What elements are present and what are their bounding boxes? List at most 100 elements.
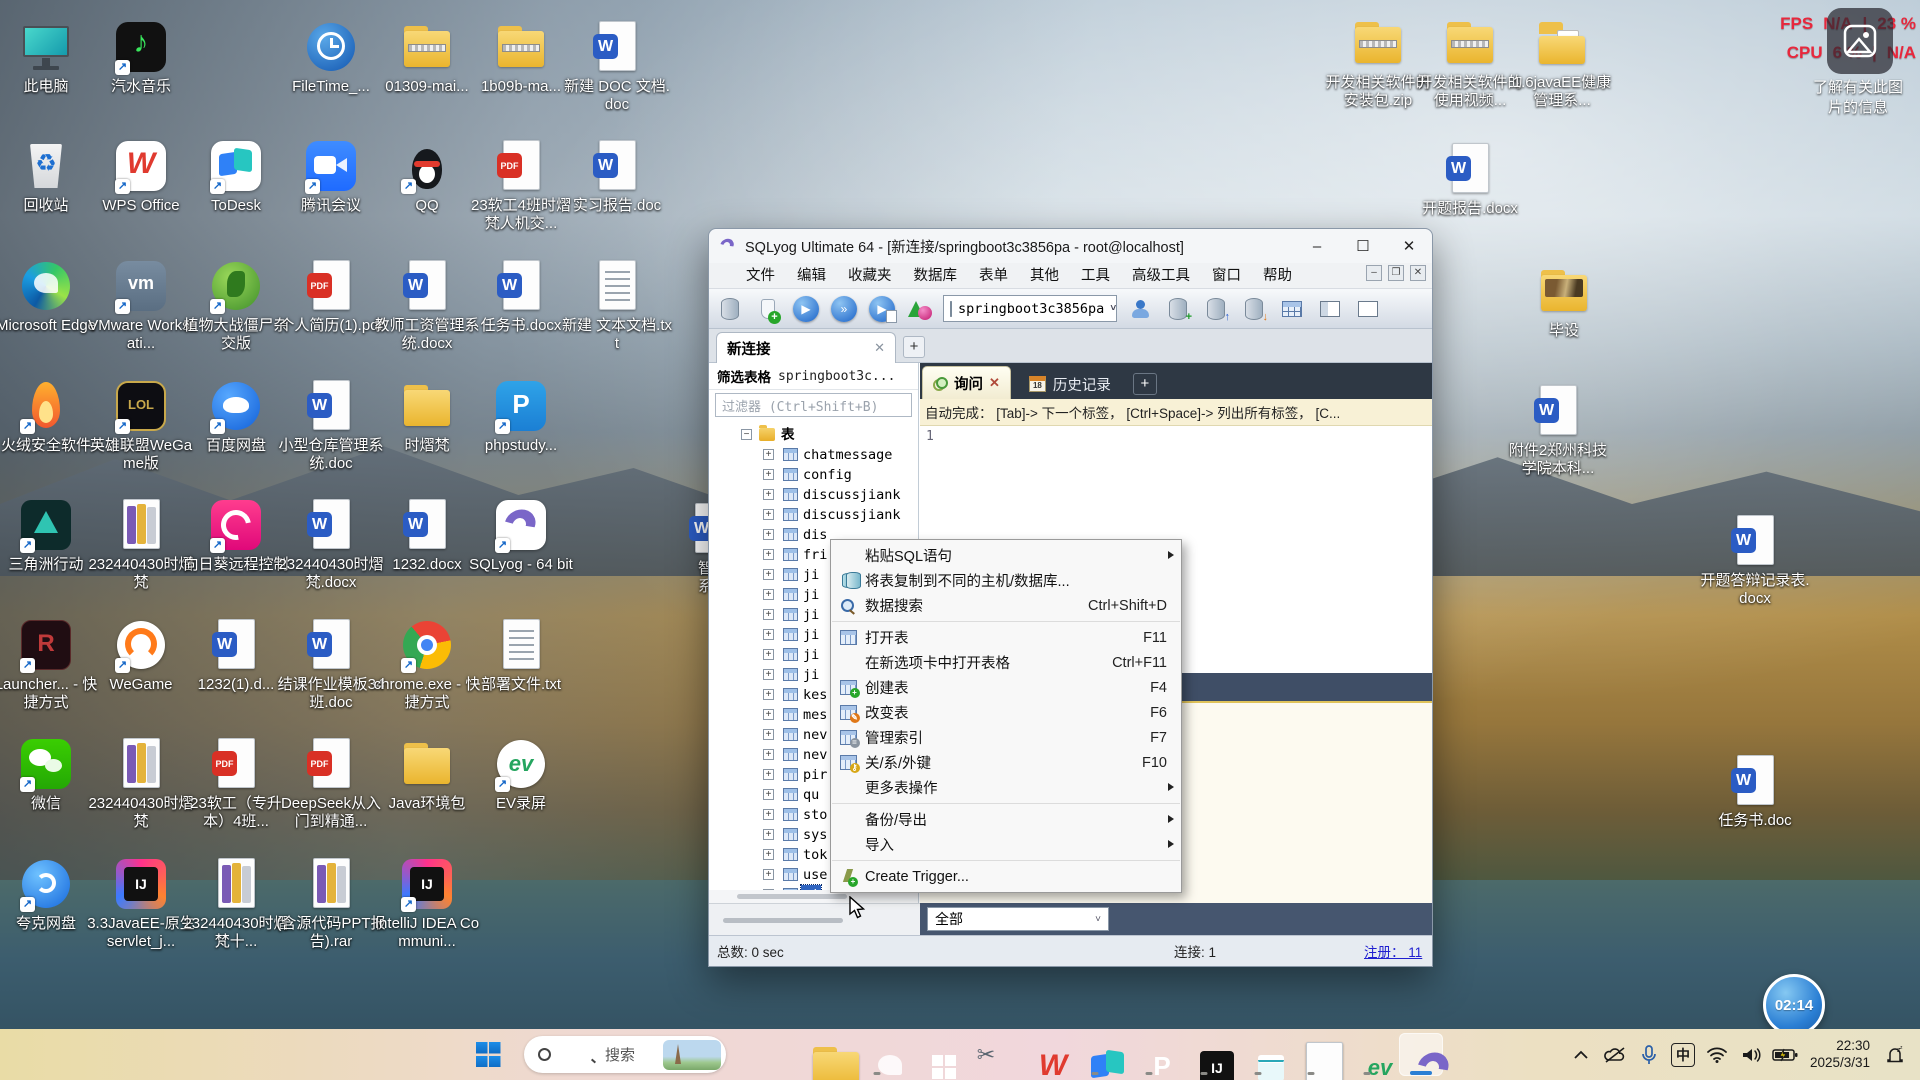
menubar-item[interactable]: 文件 [735, 263, 786, 289]
wifi-icon[interactable] [1702, 1040, 1732, 1070]
maximize-button[interactable]: ☐ [1340, 229, 1386, 263]
context-menu-item[interactable]: =管理索引F7 [831, 725, 1181, 750]
sidebar-bottom-scrollbar[interactable] [709, 903, 920, 935]
menubar-item[interactable]: 工具 [1070, 263, 1121, 289]
todesk-button[interactable] [1073, 1033, 1117, 1076]
desktop-icon[interactable]: ↗SQLyog - 64 bit [465, 496, 577, 574]
window-titlebar[interactable]: SQLyog Ultimate 64 - [新连接/springboot3c38… [709, 229, 1432, 263]
stop-query-icon[interactable] [905, 294, 935, 324]
new-query-tab-button[interactable]: + [1133, 373, 1157, 395]
filter-input[interactable]: 过滤器 (Ctrl+Shift+B) [715, 393, 912, 417]
user-icon[interactable] [1125, 294, 1155, 324]
desktop-icon[interactable]: P↗phpstudy... [465, 377, 577, 455]
copy-database-icon[interactable]: + [1163, 294, 1193, 324]
tree-table-row[interactable]: +discussjiank [709, 505, 918, 525]
tray-expand-chevron-icon[interactable] [1566, 1040, 1596, 1070]
layout-full-icon[interactable] [1353, 294, 1383, 324]
expand-icon[interactable]: + [763, 569, 774, 580]
minimize-button[interactable]: – [1294, 229, 1340, 263]
ime-indicator[interactable]: 中 [1668, 1040, 1698, 1070]
mdi-minimize-button[interactable]: – [1366, 265, 1382, 281]
floating-clock-widget[interactable]: 02:14 [1763, 974, 1825, 1036]
expand-icon[interactable]: + [763, 849, 774, 860]
table-data-icon[interactable] [1277, 294, 1307, 324]
desktop-icon[interactable]: 毕设 [1508, 262, 1620, 340]
snipping-tool-button[interactable]: ✂ [964, 1033, 1008, 1076]
register-link[interactable]: 注册： 11 [1364, 941, 1422, 961]
menubar-item[interactable]: 其他 [1019, 263, 1070, 289]
expand-icon[interactable]: + [763, 449, 774, 460]
ev-recorder-button[interactable]: ev [1345, 1033, 1389, 1076]
expand-icon[interactable]: + [763, 829, 774, 840]
execute-query-icon[interactable]: ▶ [791, 294, 821, 324]
desktop-icon[interactable]: 新建 文本文档.txt [561, 257, 673, 354]
context-menu-item[interactable]: Create Trigger... [831, 864, 1181, 889]
wps-button[interactable]: W [1018, 1033, 1062, 1076]
desktop-icon[interactable]: 1.6javaEE健康管理系... [1506, 14, 1618, 111]
expand-icon[interactable]: + [763, 769, 774, 780]
document-app-button[interactable] [1289, 1033, 1333, 1076]
history-tab[interactable]: 18 历史记录 [1017, 369, 1123, 399]
sqlyog-taskbar-button[interactable] [1399, 1033, 1443, 1076]
tree-table-row[interactable]: +chatmessage [709, 445, 918, 465]
context-menu-item[interactable]: 将表复制到不同的主机/数据库... [831, 568, 1181, 593]
expand-icon[interactable]: + [763, 509, 774, 520]
connection-tab[interactable]: 新连接 ✕ [716, 332, 896, 363]
context-menu-item[interactable]: +创建表F4 [831, 675, 1181, 700]
desktop-icon[interactable]: W任务书.doc [1699, 752, 1811, 830]
layout-split-icon[interactable] [1315, 294, 1345, 324]
execute-current-icon[interactable]: ▶ [867, 294, 897, 324]
desktop-icon[interactable]: 部署文件.txt [465, 616, 577, 694]
expand-icon[interactable]: + [763, 529, 774, 540]
database-combo[interactable]: springboot3c3856pa˅ [943, 295, 1117, 322]
context-menu-item[interactable]: 打开表F11 [831, 625, 1181, 650]
desktop-icon[interactable]: W新建 DOC 文档.doc [561, 18, 673, 115]
expand-icon[interactable]: + [763, 549, 774, 560]
query-tab-close-icon[interactable]: ✕ [989, 375, 1000, 391]
expand-icon[interactable]: + [763, 609, 774, 620]
desktop-icon[interactable]: W开题答辩记录表.docx [1699, 512, 1811, 609]
desktop-icon[interactable]: W开题报告.docx [1414, 140, 1526, 218]
expand-icon[interactable]: + [763, 629, 774, 640]
tree-table-row[interactable]: +config [709, 465, 918, 485]
context-menu-item[interactable]: 数据搜索Ctrl+Shift+D [831, 593, 1181, 618]
mdi-restore-button[interactable]: ❐ [1388, 265, 1404, 281]
menubar-item[interactable]: 数据库 [903, 263, 969, 289]
connect-icon[interactable] [715, 294, 745, 324]
expand-icon[interactable]: + [763, 809, 774, 820]
microphone-icon[interactable] [1634, 1040, 1664, 1070]
query-tab[interactable]: 询问 ✕ [922, 366, 1011, 399]
notepad-button[interactable] [1236, 1033, 1280, 1076]
context-menu-item[interactable]: ⚷关/系/外键F10 [831, 750, 1181, 775]
connection-tab-close-icon[interactable]: ✕ [874, 340, 885, 356]
expand-icon[interactable]: + [763, 489, 774, 500]
expand-icon[interactable]: + [763, 729, 774, 740]
mdi-close-button[interactable]: ✕ [1410, 265, 1426, 281]
expand-icon[interactable]: + [763, 749, 774, 760]
intellij-idea-button[interactable]: IJ [1182, 1033, 1226, 1076]
expand-icon[interactable]: + [763, 689, 774, 700]
notification-bell-icon[interactable]: z z [1880, 1040, 1910, 1070]
context-menu-item[interactable]: 备份/导出 [831, 807, 1181, 832]
menubar-item[interactable]: 收藏夹 [837, 263, 903, 289]
tray-clock[interactable]: 22:30 2025/3/31 [1810, 1038, 1870, 1072]
tree-table-row[interactable]: +discussjiank [709, 485, 918, 505]
expand-icon[interactable]: + [763, 649, 774, 660]
tree-root-row[interactable]: −表 [709, 425, 918, 445]
menubar-item[interactable]: 窗口 [1201, 263, 1252, 289]
spotlight-caption[interactable]: 了解有关此图片的信息 [1806, 78, 1910, 117]
edge-button[interactable] [855, 1033, 899, 1076]
volume-icon[interactable] [1736, 1040, 1766, 1070]
taskbar-search[interactable]: 搜索 [524, 1036, 726, 1073]
phpstudy-button[interactable]: P [1127, 1033, 1171, 1076]
close-button[interactable]: ✕ [1386, 229, 1432, 263]
desktop-icon[interactable]: IJ↗IntelliJ IDEA Communi... [371, 855, 483, 952]
file-explorer-button[interactable] [801, 1033, 845, 1076]
context-menu-item[interactable]: 更多表操作 [831, 775, 1181, 800]
import-database-icon[interactable]: ↓ [1239, 294, 1269, 324]
result-filter-combo[interactable]: 全部 ˅ [927, 907, 1109, 931]
onedrive-offline-icon[interactable] [1600, 1040, 1630, 1070]
expand-icon[interactable]: + [763, 589, 774, 600]
context-menu-item[interactable]: ✎改变表F6 [831, 700, 1181, 725]
context-menu-item[interactable]: 粘贴SQL语句 [831, 543, 1181, 568]
